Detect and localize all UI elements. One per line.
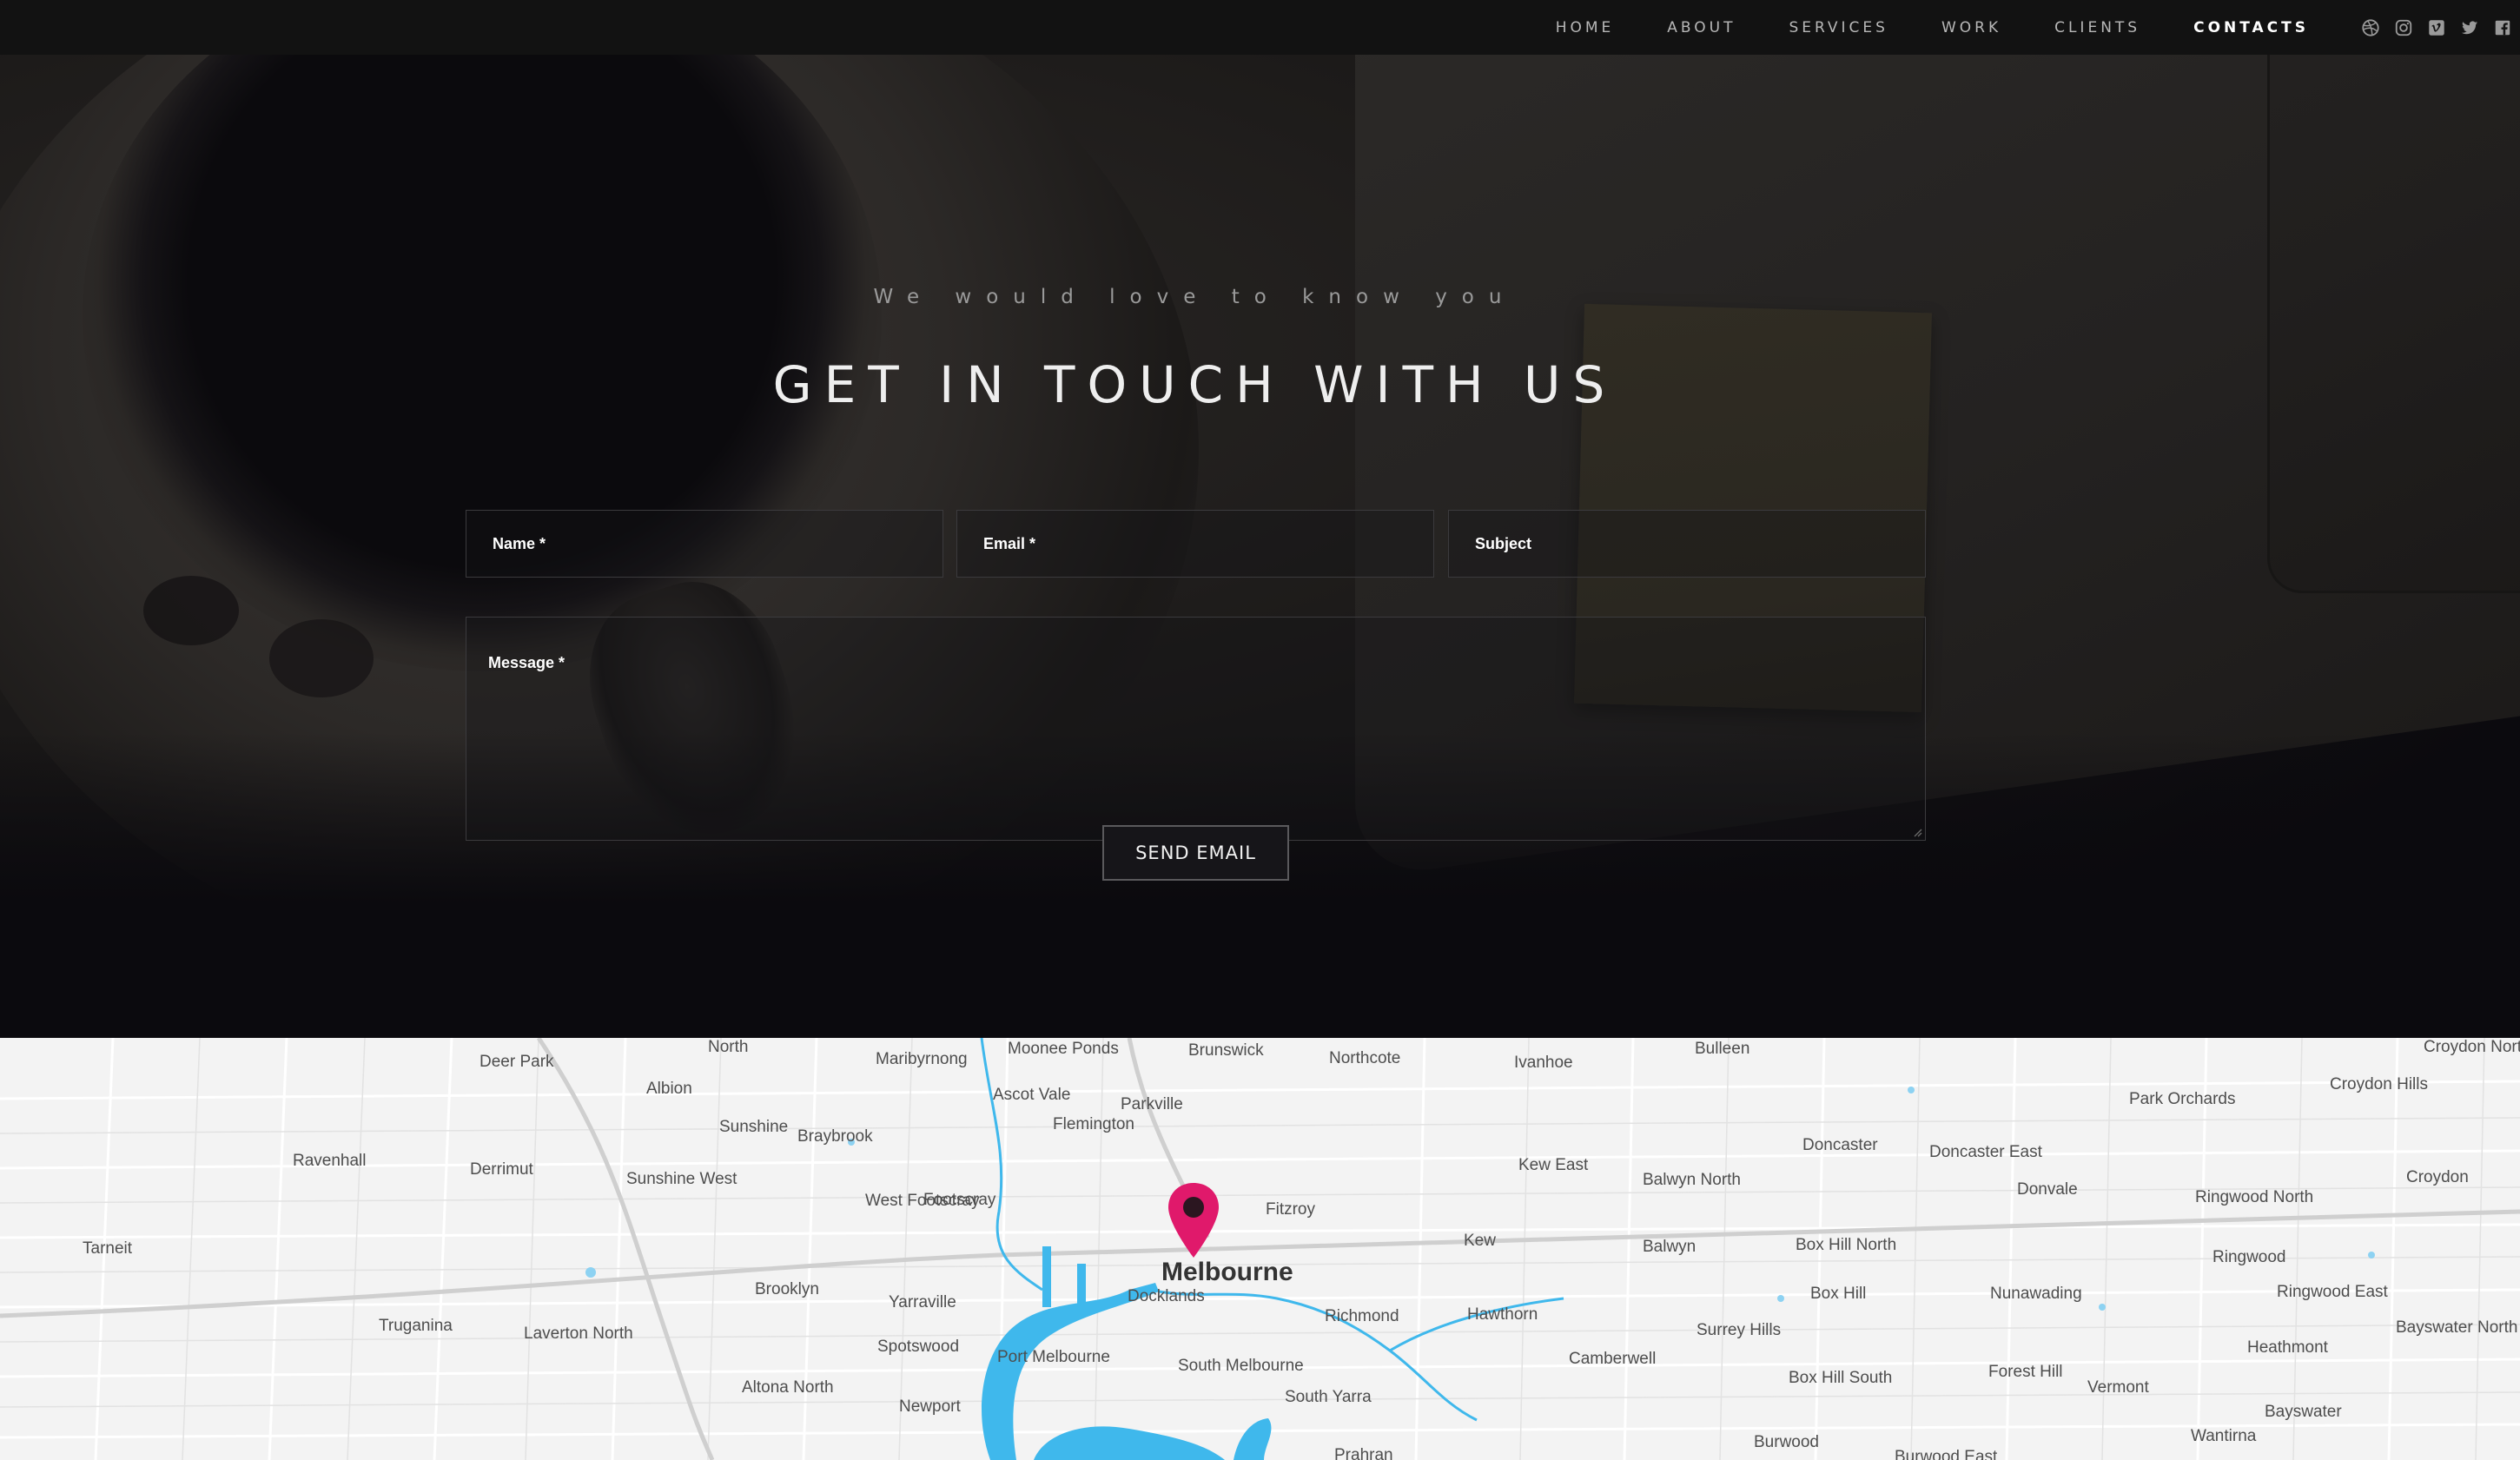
map-label: Spotswood [877, 1338, 960, 1356]
map-label: Moonee Ponds [1008, 1040, 1119, 1058]
map-label: Tarneit [83, 1239, 133, 1258]
map-label: Croydon North [2424, 1038, 2520, 1056]
send-email-button[interactable]: SEND EMAIL [1102, 825, 1289, 881]
subject-placeholder: Subject [1475, 535, 1532, 552]
tablet-edge [2267, 55, 2520, 593]
subject-field[interactable]: Subject [1448, 510, 1926, 578]
map-label: Ivanhoe [1514, 1054, 1573, 1072]
map-label: Bayswater [2265, 1403, 2342, 1421]
map-label: Croydon Hills [2330, 1075, 2428, 1093]
map-label: Fitzroy [1266, 1200, 1315, 1219]
nav-about[interactable]: ABOUT [1667, 19, 1736, 36]
map-label: Burwood [1754, 1433, 1819, 1451]
map-label: Park Orchards [2129, 1090, 2236, 1108]
map-label: Prahran [1334, 1446, 1393, 1460]
contact-heading: GET IN TOUCH WITH US [772, 355, 1617, 414]
nav-home[interactable]: HOME [1556, 19, 1615, 36]
map-label: Ascot Vale [993, 1086, 1071, 1104]
name-placeholder: Name * [493, 535, 546, 552]
map-label: Forest Hill [1988, 1363, 2063, 1381]
map-label: Hawthorn [1467, 1305, 1538, 1324]
map-label: Braybrook [797, 1127, 873, 1146]
dribbble-icon[interactable] [2360, 17, 2381, 38]
map-label: Northcote [1329, 1049, 1401, 1067]
map-label: Box Hill South [1789, 1369, 1893, 1387]
map-label: North [708, 1038, 749, 1056]
map-label: Camberwell [1569, 1350, 1657, 1368]
nav-services[interactable]: SERVICES [1789, 19, 1888, 36]
map-label: Ravenhall [293, 1152, 367, 1170]
map-label: Altona North [742, 1378, 834, 1397]
map-label: Balwyn North [1643, 1171, 1741, 1189]
map-label: Ringwood East [2277, 1283, 2388, 1301]
top-nav: HOME ABOUT SERVICES WORK CLIENTS CONTACT… [0, 0, 2520, 55]
map-label: Port Melbourne [997, 1348, 1110, 1366]
map-label: Ringwood [2212, 1248, 2286, 1266]
twitter-icon[interactable] [2459, 17, 2480, 38]
map-label: Sunshine [719, 1118, 789, 1136]
map-label: Croydon [2406, 1168, 2469, 1186]
map-label: Wantirna [2191, 1427, 2257, 1445]
map-label: Laverton North [524, 1325, 633, 1343]
mug-shadow [269, 619, 374, 697]
nav-contacts[interactable]: CONTACTS [2193, 19, 2309, 36]
map-label: Truganina [379, 1317, 453, 1335]
map-label: Balwyn [1643, 1238, 1697, 1256]
map-label: Vermont [2087, 1378, 2149, 1397]
map-label: Richmond [1325, 1307, 1399, 1325]
map-label: Kew East [1518, 1156, 1589, 1174]
email-field[interactable]: Email * [956, 510, 1434, 578]
map-label: Yarraville [889, 1293, 956, 1311]
map-label: Donvale [2017, 1180, 2078, 1199]
resize-grip-icon[interactable] [1912, 827, 1922, 837]
map-label: Ringwood North [2195, 1188, 2314, 1206]
nav-work[interactable]: WORK [1941, 19, 2001, 36]
map-label: Box Hill North [1796, 1236, 1897, 1254]
map-label: Surrey Hills [1697, 1321, 1782, 1339]
map-label: Footscray [923, 1191, 996, 1209]
map-label: Doncaster [1802, 1136, 1878, 1154]
map-label: Docklands [1128, 1287, 1205, 1305]
map-label: Parkville [1121, 1095, 1183, 1113]
contact-tagline: We would love to know you [873, 286, 1517, 308]
contact-hero: We would love to know you GET IN TOUCH W… [0, 55, 2520, 1038]
mug-shadow [143, 576, 239, 645]
map-label: Doncaster East [1929, 1143, 2042, 1161]
map-label: South Melbourne [1178, 1357, 1304, 1375]
map-label: Deer Park [480, 1053, 554, 1071]
map-label: Nunawading [1990, 1285, 2082, 1303]
map-label: Kew [1464, 1232, 1496, 1250]
map-label: Maribyrnong [876, 1050, 968, 1068]
map-label: Newport [899, 1397, 961, 1416]
map-label: Brooklyn [755, 1280, 819, 1298]
name-field[interactable]: Name * [466, 510, 943, 578]
map-label: Brunswick [1188, 1041, 1264, 1060]
map-label: Albion [646, 1080, 692, 1098]
message-field[interactable]: Message * [466, 617, 1926, 841]
map-label: South Yarra [1285, 1388, 1372, 1406]
map-label: Flemington [1053, 1115, 1134, 1133]
map-city-label: Melbourne [1161, 1258, 1293, 1286]
map-label: Bulleen [1695, 1040, 1750, 1058]
message-placeholder: Message * [488, 654, 566, 671]
social-links [2360, 0, 2513, 55]
location-pin-icon[interactable] [1166, 1181, 1221, 1261]
map-label: Bayswater North [2396, 1318, 2518, 1337]
vimeo-icon[interactable] [2426, 17, 2447, 38]
location-map[interactable]: Deer Park North Maribyrnong Moonee Ponds… [0, 1038, 2520, 1460]
facebook-icon[interactable] [2492, 17, 2513, 38]
map-label: Heathmont [2247, 1338, 2328, 1357]
nav-clients[interactable]: CLIENTS [2054, 19, 2140, 36]
nav-links: HOME ABOUT SERVICES WORK CLIENTS CONTACT… [1503, 0, 2309, 55]
email-placeholder: Email * [983, 535, 1036, 552]
map-label: Burwood East [1895, 1448, 1998, 1460]
map-label: Box Hill [1810, 1285, 1867, 1303]
instagram-icon[interactable] [2393, 17, 2414, 38]
map-label: Sunshine West [626, 1170, 737, 1188]
map-label: Derrimut [470, 1160, 533, 1179]
